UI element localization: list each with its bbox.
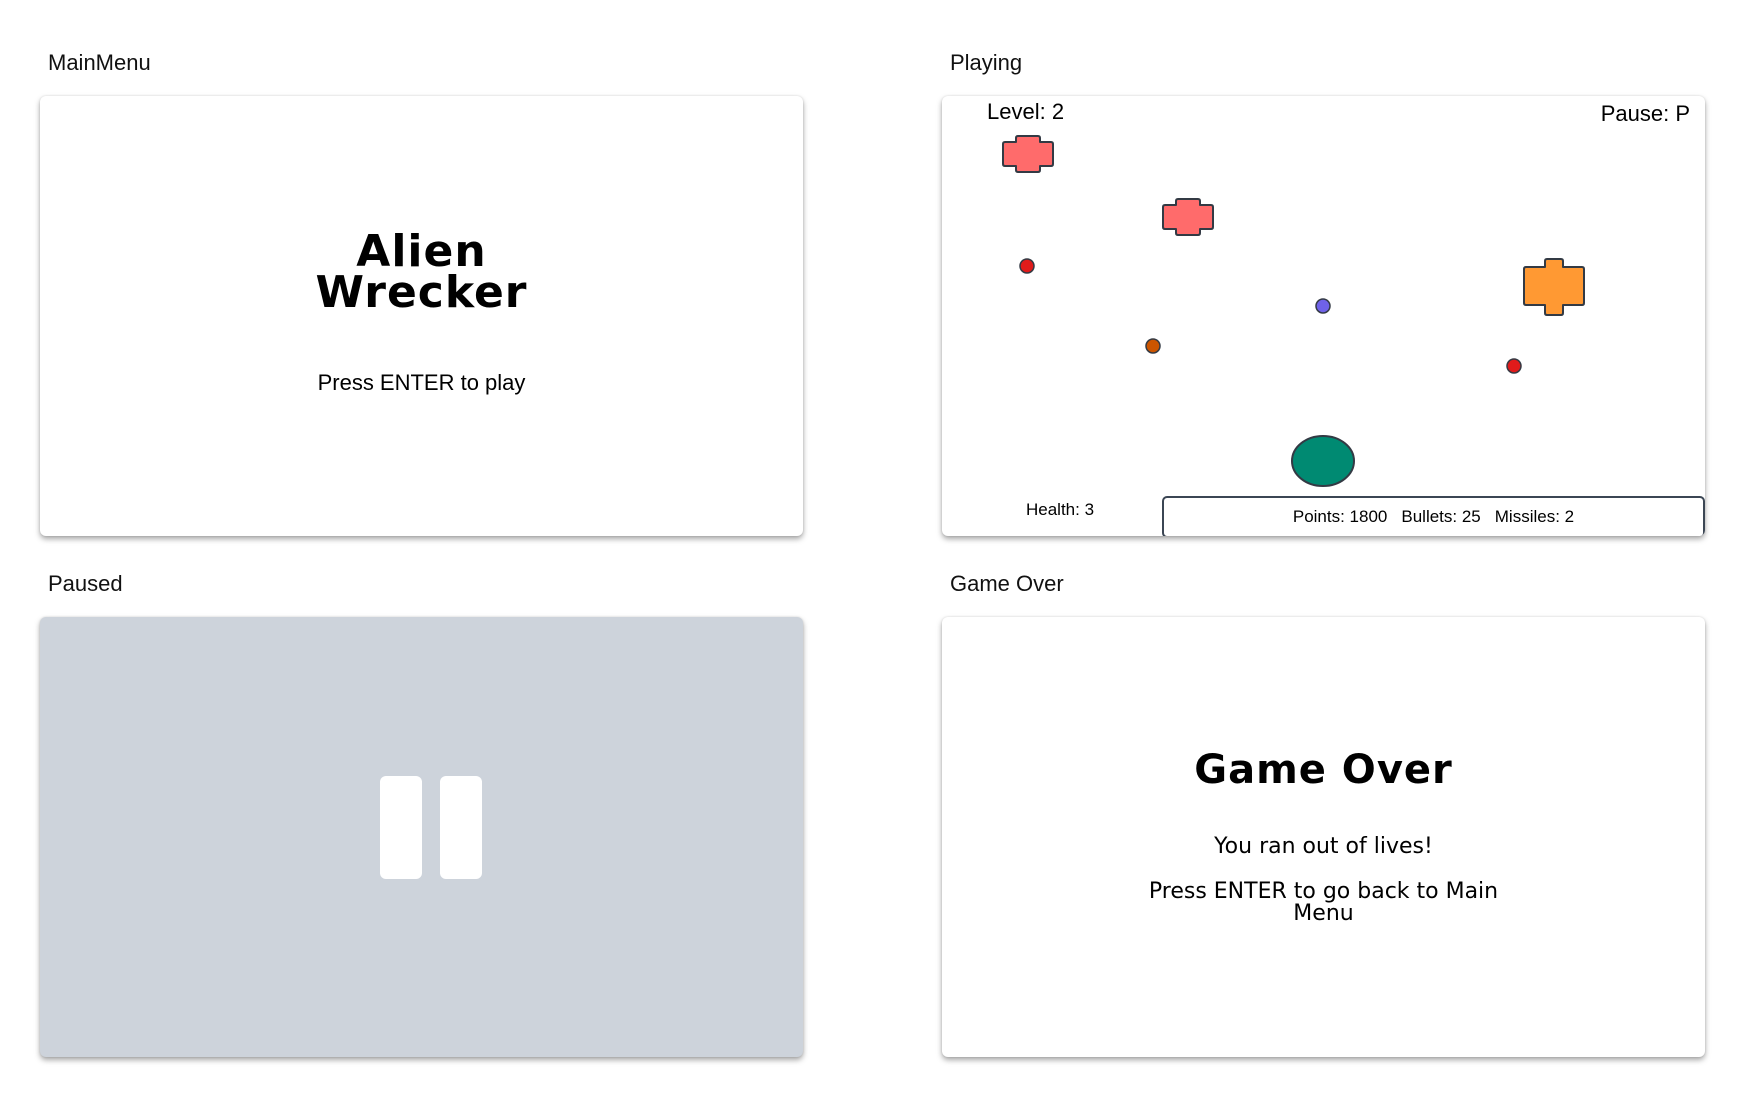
pause-icon-left-bar xyxy=(380,776,422,879)
out-of-lives-message: You ran out of lives! xyxy=(1214,834,1433,859)
panel-label-mainmenu: MainMenu xyxy=(48,50,151,75)
stats-bar: Points: 1800 Bullets: 25 Missiles: 2 xyxy=(1162,496,1705,536)
missiles-counter: Missiles: 2 xyxy=(1494,507,1575,526)
small-alien-sprite xyxy=(1162,198,1214,236)
game-title-line1: Alien xyxy=(356,226,487,277)
pause-hint: Pause: P xyxy=(1600,101,1690,126)
bullets-counter: Bullets: 25 xyxy=(1401,507,1481,526)
game-over-screen: Game Over You ran out of lives! Press EN… xyxy=(942,617,1705,1057)
small-alien-sprite xyxy=(1002,135,1054,173)
panel-label-game-over: Game Over xyxy=(950,571,1064,596)
pause-icon-right-bar xyxy=(440,776,482,879)
level-indicator: Level: 2 xyxy=(987,99,1065,124)
blue-bullet xyxy=(1315,298,1331,314)
player-ship xyxy=(1291,435,1355,487)
playing-screen: Level: 2 Pause: P Health: 3 Points: 1800… xyxy=(942,96,1705,536)
points-counter: Points: 1800 xyxy=(1292,507,1388,526)
back-to-menu-prompt: Press ENTER to go back to Main Menu xyxy=(1148,879,1499,926)
paused-screen xyxy=(40,617,803,1057)
red-bullet xyxy=(1506,358,1522,374)
panel-label-playing: Playing xyxy=(950,50,1023,75)
red-bullet xyxy=(1019,258,1035,274)
health-indicator: Health: 3 xyxy=(1026,500,1095,519)
big-alien-sprite xyxy=(1523,258,1585,316)
game-over-title: Game Over xyxy=(1194,747,1453,793)
orange-bullet xyxy=(1145,338,1161,354)
main-menu-screen: Alien Wrecker Press ENTER to play xyxy=(40,96,803,536)
panel-label-paused: Paused xyxy=(48,571,123,596)
game-title-line2: Wrecker xyxy=(315,267,528,318)
press-enter-prompt: Press ENTER to play xyxy=(317,370,526,395)
game-title: Alien Wrecker xyxy=(40,226,803,318)
